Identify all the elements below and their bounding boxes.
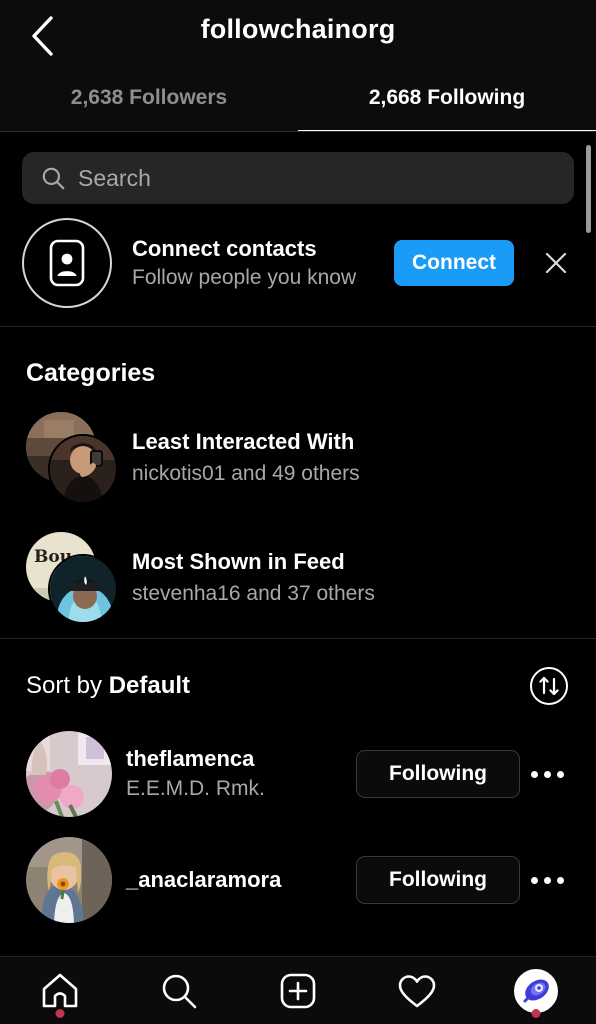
search-icon (42, 167, 65, 190)
user-text: _anaclaramora (126, 866, 356, 895)
header: followchainorg 2,638 Followers 2,668 Fol… (0, 0, 596, 133)
avatar-front (48, 554, 118, 624)
user-avatar-image (26, 837, 112, 923)
contact-card-glyph (49, 239, 85, 287)
dot (530, 770, 538, 778)
search-placeholder: Search (78, 164, 151, 191)
search-input[interactable]: Search (22, 152, 574, 204)
home-icon (42, 973, 77, 1007)
sort-row[interactable]: Sort by Default (0, 639, 596, 721)
following-button[interactable]: Following (356, 750, 520, 798)
user-row[interactable]: theflamenca E.E.M.D. Rmk. Following (0, 721, 596, 827)
dot (530, 876, 538, 884)
category-row-most-shown[interactable]: Bou Most Shown in Feed stevenha16 and 37… (0, 518, 596, 638)
create-post-icon (280, 973, 316, 1008)
nav-profile[interactable] (491, 957, 581, 1024)
nav-activity[interactable] (372, 957, 462, 1024)
close-icon (545, 252, 567, 274)
profile-avatar-image (516, 970, 557, 1011)
sort-arrows-icon[interactable] (528, 665, 570, 707)
category-title: Least Interacted With (132, 429, 355, 455)
user-username: theflamenca (126, 745, 255, 771)
scrollbar-thumb[interactable] (586, 145, 591, 233)
connect-contacts-subtitle: Follow people you know (132, 266, 357, 290)
dot (543, 876, 551, 884)
user-fullname: E.E.M.D. Rmk. (126, 777, 265, 801)
tab-followers[interactable]: 2,638 Followers (0, 72, 298, 132)
search-section: Search (0, 132, 596, 204)
content-scroll-area[interactable]: Search Connect contacts Follow people yo… (0, 132, 596, 956)
dismiss-connect-button[interactable] (536, 243, 576, 283)
page-title: followchainorg (200, 14, 396, 44)
heart-icon (398, 974, 436, 1007)
more-options-icon[interactable] (520, 752, 574, 796)
header-nav-row: followchainorg (0, 0, 596, 72)
user-avatar-image (26, 731, 112, 817)
category-text: Most Shown in Feed stevenha16 and 37 oth… (132, 548, 574, 608)
nav-search[interactable] (134, 957, 224, 1024)
avatar-front-image (50, 436, 116, 502)
instagram-following-screen: followchainorg 2,638 Followers 2,668 Fol… (0, 0, 596, 1024)
user-text: theflamenca E.E.M.D. Rmk. (126, 745, 356, 804)
sort-value: Default (108, 672, 191, 699)
contact-card-icon (22, 218, 112, 308)
sort-prefix: Sort by (26, 672, 109, 699)
nav-create[interactable] (253, 957, 343, 1024)
connect-contacts-row[interactable]: Connect contacts Follow people you know … (0, 204, 596, 326)
category-subtitle: nickotis01 and 49 others (132, 461, 360, 485)
search-icon (162, 974, 197, 1008)
dot (556, 876, 564, 884)
stacked-avatar: Bou (26, 532, 118, 624)
avatar-front-image (50, 556, 116, 622)
user-username: _anaclaramora (126, 866, 282, 892)
category-text: Least Interacted With nickotis01 and 49 … (132, 428, 574, 488)
tab-following[interactable]: 2,668 Following (298, 72, 596, 133)
category-subtitle: stevenha16 and 37 others (132, 581, 375, 605)
more-options-icon[interactable] (520, 858, 574, 902)
avatar (26, 837, 112, 923)
profile-avatar-icon (514, 968, 559, 1013)
user-row[interactable]: _anaclaramora Following (0, 827, 596, 933)
nav-home[interactable] (15, 957, 105, 1024)
stacked-avatar (26, 412, 118, 504)
sort-label: Sort by Default (26, 672, 190, 700)
notification-badge (55, 1008, 65, 1018)
dot (556, 770, 564, 778)
connect-contacts-title: Connect contacts (132, 235, 317, 261)
connect-button[interactable]: Connect (394, 240, 514, 286)
dot (543, 770, 551, 778)
category-row-least-interacted[interactable]: Least Interacted With nickotis01 and 49 … (0, 398, 596, 518)
notification-badge (531, 1008, 541, 1018)
category-title: Most Shown in Feed (132, 549, 345, 575)
tab-followers-label: 2,638 Followers (70, 86, 228, 109)
categories-heading: Categories (26, 359, 156, 387)
connect-contacts-text: Connect contacts Follow people you know (132, 235, 378, 292)
avatar (26, 731, 112, 817)
avatar-front (48, 434, 118, 504)
following-button[interactable]: Following (356, 856, 520, 904)
bottom-navigation-bar (0, 956, 596, 1024)
tab-bar: 2,638 Followers 2,668 Following (0, 72, 596, 133)
tab-following-label: 2,668 Following (368, 86, 526, 109)
